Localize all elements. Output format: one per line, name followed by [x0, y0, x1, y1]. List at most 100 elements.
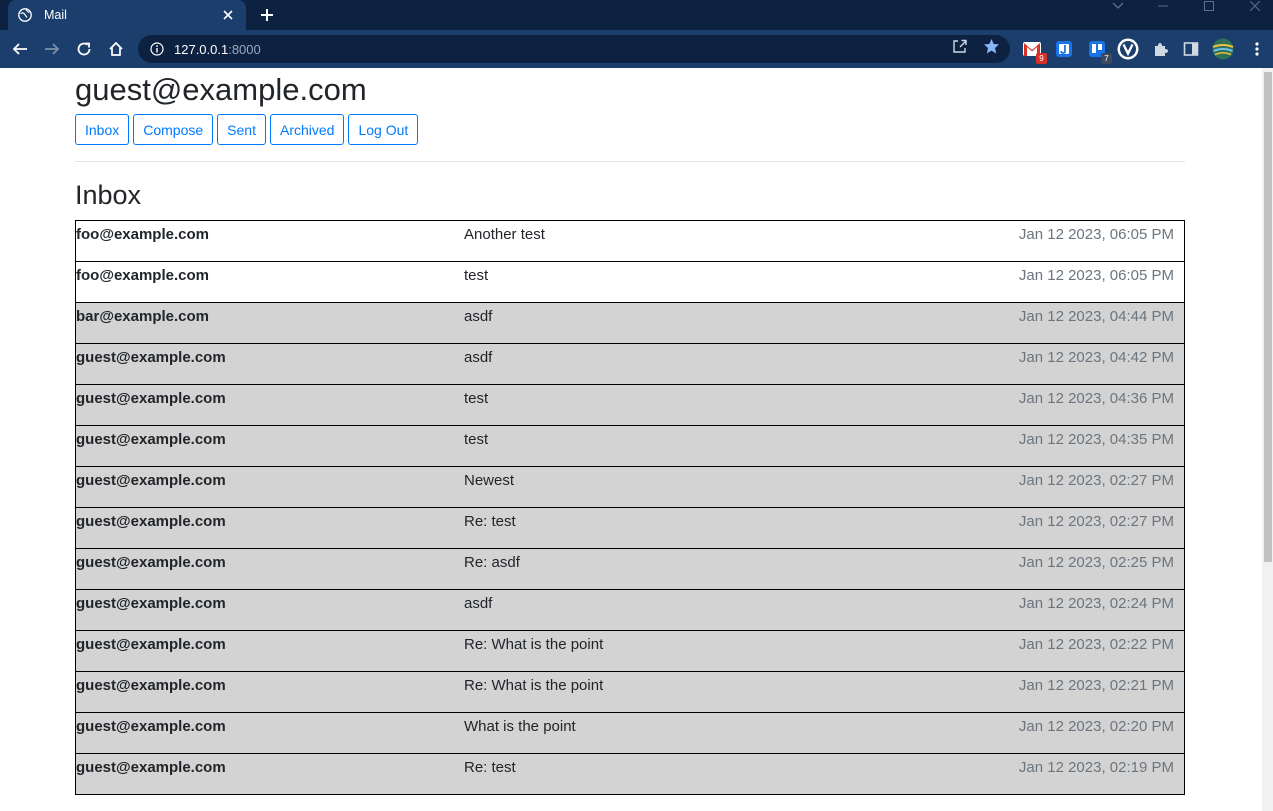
email-row[interactable]: bar@example.com asdf Jan 12 2023, 04:44 PM [75, 302, 1185, 344]
v-extension-icon[interactable] [1117, 38, 1139, 60]
email-sender: bar@example.com [76, 308, 210, 325]
forward-arrow-icon[interactable] [41, 38, 63, 60]
email-timestamp: Jan 12 2023, 02:21 PM [1018, 677, 1174, 694]
email-sender: guest@example.com [76, 636, 226, 653]
inbox-button[interactable]: Inbox [75, 114, 130, 145]
user-email-heading: guest@example.com [75, 72, 367, 107]
email-sender: guest@example.com [76, 595, 226, 612]
email-sender: guest@example.com [76, 431, 226, 448]
mailbox-title: Inbox [75, 180, 142, 210]
tab-mail[interactable]: Mail [8, 0, 246, 30]
email-row[interactable]: guest@example.com Newest Jan 12 2023, 02:2… [75, 466, 1185, 508]
email-subject: Re: asdf [464, 554, 520, 571]
email-sender: guest@example.com [76, 390, 226, 407]
email-subject: Re: What is the point [464, 636, 604, 653]
email-subject: test [464, 431, 489, 448]
email-timestamp: Jan 12 2023, 04:42 PM [1018, 349, 1174, 366]
j-extension-icon[interactable] [1053, 38, 1075, 60]
side-panel-icon[interactable] [1180, 38, 1202, 60]
email-sender: guest@example.com [76, 759, 226, 776]
email-timestamp: Jan 12 2023, 02:27 PM [1018, 472, 1174, 489]
email-row[interactable]: guest@example.com Re: asdf Jan 12 2023, 02… [75, 548, 1185, 590]
email-subject: Re: test [464, 513, 516, 530]
email-subject: Re: What is the point [464, 677, 604, 694]
email-sender: guest@example.com [76, 349, 226, 366]
email-timestamp: Jan 12 2023, 02:27 PM [1018, 513, 1174, 530]
email-subject: test [464, 267, 489, 284]
email-row[interactable]: guest@example.com Re: test Jan 12 2023, 02… [75, 753, 1185, 795]
email-subject: Newest [464, 472, 515, 489]
browser-toolbar: 127.0.0.1:8000 9 7 [0, 30, 1273, 68]
email-row[interactable]: foo@example.com Another test Jan 12 2023, … [75, 220, 1185, 262]
minimize-icon[interactable] [1153, 0, 1173, 12]
globe-icon [18, 8, 32, 22]
email-row[interactable]: guest@example.com asdf Jan 12 2023, 02:24 … [75, 589, 1185, 631]
email-sender: guest@example.com [76, 554, 226, 571]
email-row[interactable]: guest@example.com test Jan 12 2023, 04:35 … [75, 425, 1185, 467]
logout-button[interactable]: Log Out [348, 114, 419, 145]
maximize-icon[interactable] [1199, 0, 1219, 12]
email-row[interactable]: guest@example.com What is the point Jan 12… [75, 712, 1185, 754]
email-row[interactable]: guest@example.com test Jan 12 2023, 04:36 … [75, 384, 1185, 426]
email-subject: asdf [464, 595, 493, 612]
gmail-extension-icon[interactable]: 9 [1021, 38, 1047, 64]
url-host: 127.0.0.1 [174, 41, 229, 57]
profile-avatar-icon[interactable] [1212, 38, 1234, 60]
home-icon[interactable] [105, 38, 127, 60]
close-icon[interactable] [220, 7, 236, 23]
url-port: :8000 [228, 41, 261, 57]
email-row[interactable]: foo@example.com test Jan 12 2023, 06:05 PM [75, 261, 1185, 303]
tab-title: Mail [44, 8, 67, 22]
email-list: foo@example.com Another test Jan 12 2023, … [75, 220, 1185, 795]
compose-button[interactable]: Compose [133, 114, 214, 145]
page-scrollbar[interactable] [1262, 68, 1273, 811]
email-subject: Re: test [464, 759, 516, 776]
email-timestamp: Jan 12 2023, 06:05 PM [1018, 226, 1174, 243]
email-row[interactable]: guest@example.com asdf Jan 12 2023, 04:42 … [75, 343, 1185, 385]
email-row[interactable]: guest@example.com Re: test Jan 12 2023, 02… [75, 507, 1185, 549]
email-sender: guest@example.com [76, 513, 226, 530]
email-timestamp: Jan 12 2023, 02:19 PM [1018, 759, 1174, 776]
mailbox-nav: Inbox Compose Sent Archived Log Out [75, 114, 419, 145]
tab-strip: Mail [0, 0, 1273, 30]
email-row[interactable]: guest@example.com Re: What is the point Ja… [75, 630, 1185, 672]
email-timestamp: Jan 12 2023, 04:35 PM [1018, 431, 1174, 448]
email-sender: guest@example.com [76, 718, 226, 735]
email-sender: foo@example.com [76, 267, 209, 284]
email-timestamp: Jan 12 2023, 04:36 PM [1018, 390, 1174, 407]
new-tab-plus-icon[interactable] [256, 4, 278, 26]
email-sender: guest@example.com [76, 677, 226, 694]
email-subject: test [464, 390, 489, 407]
trello-extension-icon[interactable]: 7 [1086, 38, 1112, 64]
email-timestamp: Jan 12 2023, 02:25 PM [1018, 554, 1174, 571]
bookmark-star-icon[interactable] [982, 37, 1000, 55]
kebab-menu-icon[interactable] [1246, 38, 1268, 60]
email-timestamp: Jan 12 2023, 02:24 PM [1018, 595, 1174, 612]
email-subject: asdf [464, 349, 493, 366]
puzzle-extensions-icon[interactable] [1149, 38, 1171, 60]
gmail-badge: 9 [1036, 53, 1047, 64]
email-timestamp: Jan 12 2023, 02:20 PM [1018, 718, 1174, 735]
email-sender: foo@example.com [76, 226, 209, 243]
email-sender: guest@example.com [76, 472, 226, 489]
reload-icon[interactable] [73, 38, 95, 60]
scrollbar-thumb[interactable] [1264, 72, 1272, 562]
window-close-icon[interactable] [1245, 0, 1265, 12]
trello-badge: 7 [1101, 53, 1112, 64]
page-content: guest@example.com Inbox Compose Sent Arc… [0, 68, 1262, 811]
email-row[interactable]: guest@example.com Re: What is the point Ja… [75, 671, 1185, 713]
chevron-down-icon[interactable] [1108, 0, 1128, 12]
browser-chrome: Mail 127.0.0.1:8000 9 7 [0, 0, 1273, 68]
archived-button[interactable]: Archived [269, 114, 345, 145]
email-subject: asdf [464, 308, 493, 325]
email-subject: Another test [464, 226, 545, 243]
info-icon[interactable] [150, 42, 164, 56]
sent-button[interactable]: Sent [217, 114, 266, 145]
share-icon[interactable] [951, 37, 969, 55]
email-timestamp: Jan 12 2023, 02:22 PM [1018, 636, 1174, 653]
back-arrow-icon[interactable] [9, 38, 31, 60]
email-timestamp: Jan 12 2023, 06:05 PM [1018, 267, 1174, 284]
address-bar[interactable]: 127.0.0.1:8000 [138, 35, 1010, 63]
email-subject: What is the point [464, 718, 576, 735]
email-timestamp: Jan 12 2023, 04:44 PM [1018, 308, 1174, 325]
